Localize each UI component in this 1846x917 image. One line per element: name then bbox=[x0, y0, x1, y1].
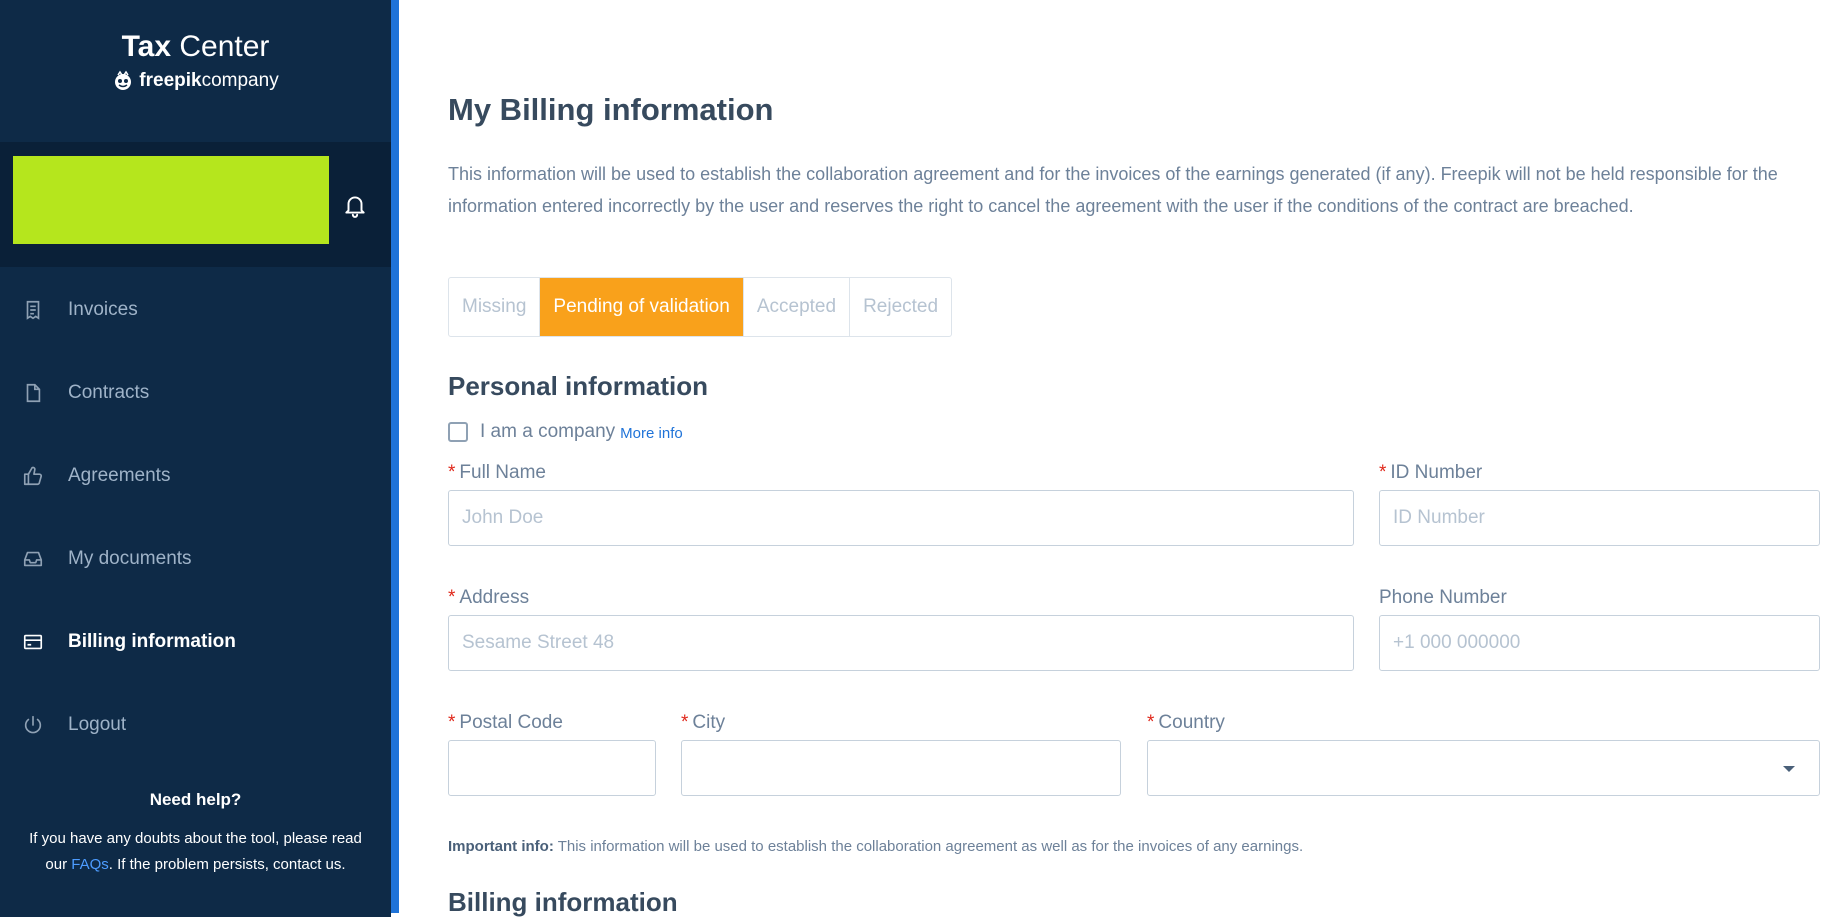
status-tabs: Missing Pending of validation Accepted R… bbox=[448, 277, 953, 337]
status-tab-rejected[interactable]: Rejected bbox=[850, 278, 951, 336]
freepik-logo-icon bbox=[115, 70, 132, 90]
personal-info-title: Personal information bbox=[448, 371, 709, 401]
credit-card-icon bbox=[23, 634, 43, 650]
sidebar-accent-bar bbox=[391, 0, 399, 913]
company-name-rest: company bbox=[201, 70, 279, 91]
required-mark: * bbox=[448, 462, 456, 483]
id-number-label-text: ID Number bbox=[1390, 462, 1483, 483]
postal-code-label-text: Postal Code bbox=[459, 712, 563, 733]
company-name-bold: freepik bbox=[139, 70, 202, 91]
required-mark: * bbox=[681, 712, 689, 733]
receipt-icon bbox=[26, 300, 40, 320]
city-label-text: City bbox=[692, 712, 726, 733]
page-title: My Billing information bbox=[448, 92, 774, 127]
user-avatar[interactable] bbox=[13, 156, 329, 244]
phone-number-label: Phone Number bbox=[1379, 587, 1507, 609]
brand: Tax Center freepikcompany bbox=[0, 0, 391, 142]
required-mark: * bbox=[448, 587, 456, 608]
inbox-icon bbox=[23, 551, 43, 567]
company-checkbox-label: I am a company bbox=[480, 421, 616, 442]
sidebar: Tax Center freepikcompany Invoices Contr… bbox=[0, 0, 391, 917]
address-label: * Address bbox=[448, 587, 529, 609]
city-input[interactable] bbox=[681, 740, 1121, 796]
sidebar-item-agreements[interactable]: Agreements bbox=[0, 446, 391, 506]
power-icon bbox=[24, 715, 42, 734]
user-panel bbox=[0, 142, 391, 267]
status-tab-missing[interactable]: Missing bbox=[449, 278, 541, 336]
sidebar-item-label: My documents bbox=[68, 548, 192, 569]
full-name-label: * Full Name bbox=[448, 462, 546, 484]
country-select[interactable] bbox=[1147, 740, 1820, 796]
id-number-label: * ID Number bbox=[1379, 462, 1482, 484]
sidebar-item-label: Invoices bbox=[68, 299, 138, 320]
sidebar-item-label: Logout bbox=[68, 714, 127, 735]
help-text-after: . If the problem persists, contact us. bbox=[108, 856, 346, 873]
address-label-text: Address bbox=[459, 587, 530, 608]
sidebar-item-label: Billing information bbox=[68, 631, 236, 652]
help-section: Need help? If you have any doubts about … bbox=[0, 790, 391, 878]
status-tab-accepted[interactable]: Accepted bbox=[744, 278, 851, 336]
id-number-input[interactable] bbox=[1379, 490, 1820, 546]
sidebar-item-billing-information[interactable]: Billing information bbox=[0, 612, 391, 672]
status-tab-pending[interactable]: Pending of validation bbox=[540, 278, 744, 336]
required-mark: * bbox=[448, 712, 456, 733]
sidebar-item-contracts[interactable]: Contracts bbox=[0, 363, 391, 423]
important-info-label: Important info: bbox=[448, 838, 554, 855]
chevron-down-icon bbox=[1783, 766, 1795, 772]
app-title: Tax Center bbox=[0, 30, 391, 64]
country-label: * Country bbox=[1147, 712, 1225, 734]
company-checkbox[interactable] bbox=[448, 422, 468, 442]
sidebar-item-invoices[interactable]: Invoices bbox=[0, 280, 391, 340]
important-info-text: This information will be used to establi… bbox=[553, 838, 1304, 855]
full-name-input[interactable] bbox=[448, 490, 1354, 546]
phone-number-label-text: Phone Number bbox=[1379, 587, 1507, 608]
faqs-link[interactable]: FAQs bbox=[71, 856, 109, 873]
file-icon bbox=[26, 383, 41, 403]
company-row: I am a company More info bbox=[448, 420, 683, 444]
intro-text: This information will be used to establi… bbox=[448, 164, 1778, 216]
company-logo: freepikcompany bbox=[0, 70, 391, 92]
required-mark: * bbox=[1147, 712, 1155, 733]
sidebar-item-label: Contracts bbox=[68, 382, 150, 403]
sidebar-item-my-documents[interactable]: My documents bbox=[0, 529, 391, 589]
bell-icon[interactable] bbox=[342, 192, 368, 218]
address-input[interactable] bbox=[448, 615, 1354, 671]
full-name-label-text: Full Name bbox=[459, 462, 546, 483]
billing-info-title: Billing information bbox=[448, 887, 678, 917]
important-info: Important info: This information will be… bbox=[448, 838, 1303, 855]
help-title: Need help? bbox=[149, 790, 242, 809]
app-title-rest: Center bbox=[179, 30, 270, 63]
phone-number-input[interactable] bbox=[1379, 615, 1820, 671]
city-label: * City bbox=[681, 712, 725, 734]
country-label-text: Country bbox=[1158, 712, 1225, 733]
thumbs-up-icon bbox=[23, 466, 43, 486]
required-mark: * bbox=[1379, 462, 1387, 483]
postal-code-input[interactable] bbox=[448, 740, 656, 796]
sidebar-item-label: Agreements bbox=[68, 465, 171, 486]
more-info-link[interactable]: More info bbox=[620, 425, 683, 442]
sidebar-item-logout[interactable]: Logout bbox=[0, 695, 391, 755]
postal-code-label: * Postal Code bbox=[448, 712, 563, 734]
app-title-bold: Tax bbox=[121, 30, 172, 63]
help-text: If you have any doubts about the tool, p… bbox=[0, 826, 391, 878]
